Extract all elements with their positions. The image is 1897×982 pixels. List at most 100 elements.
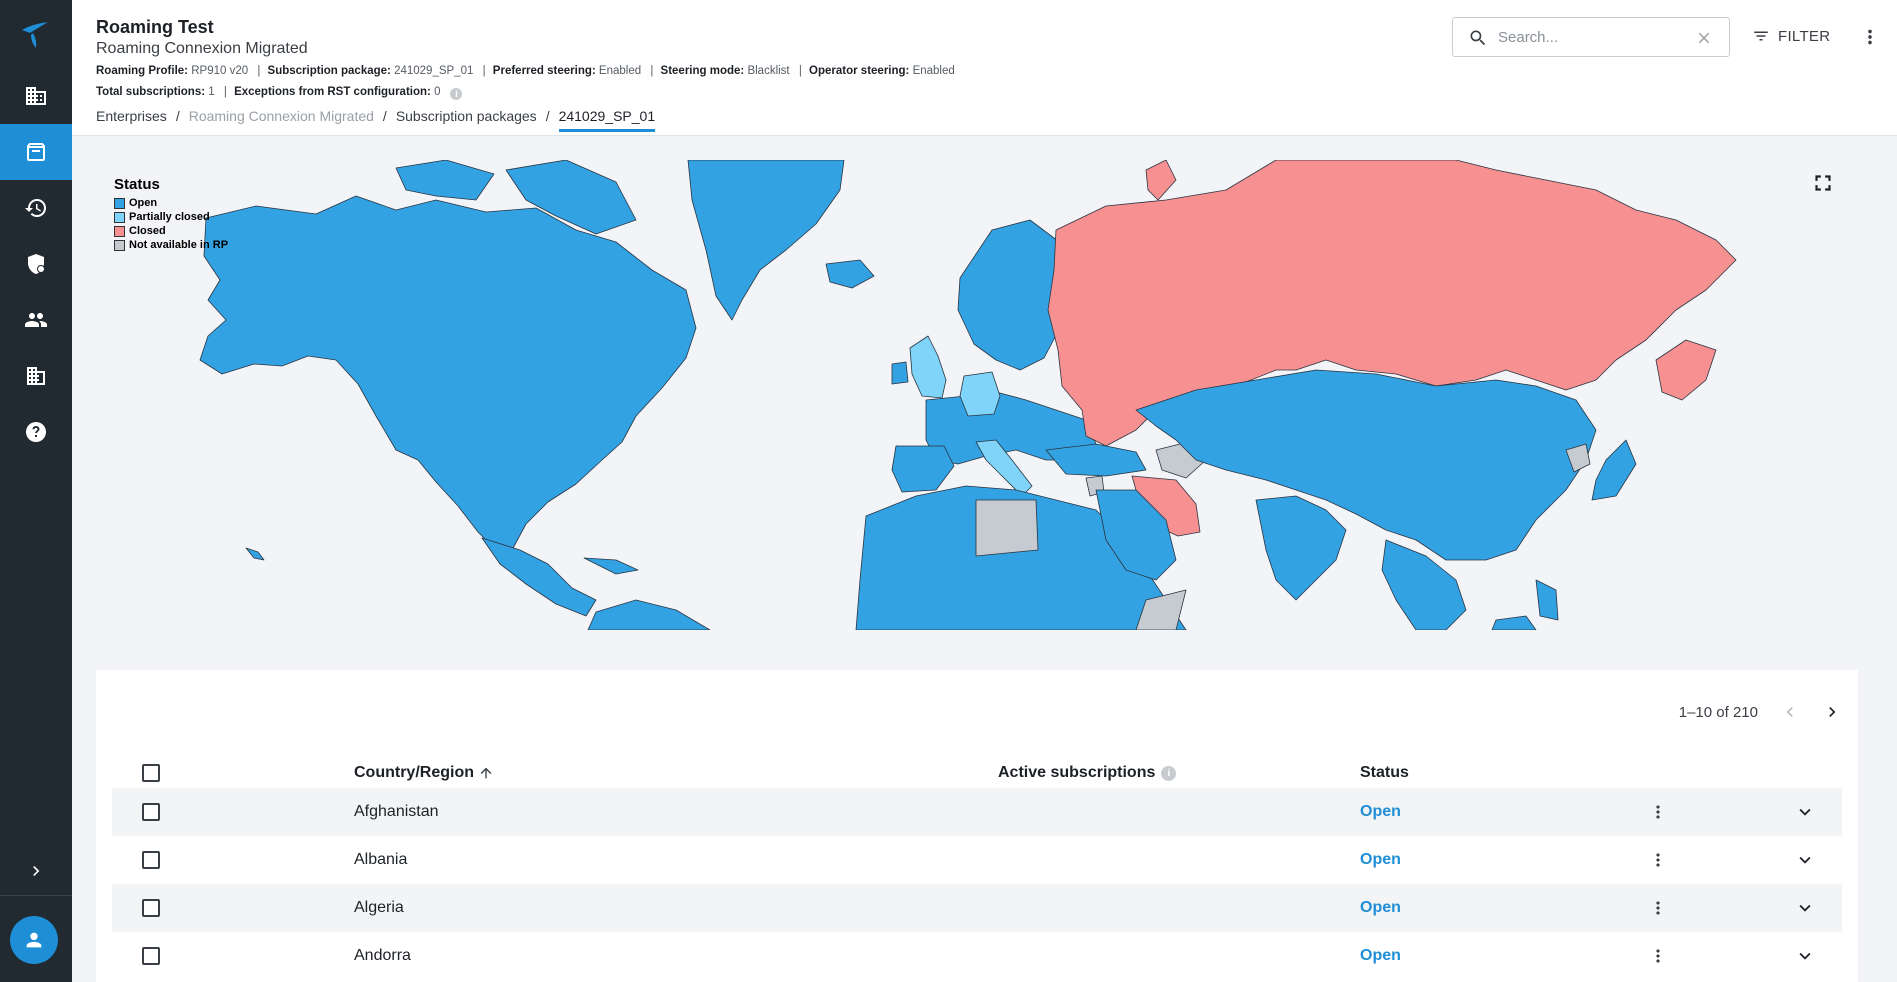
next-page-button[interactable] [1822, 702, 1842, 722]
sidebar-item-users[interactable] [0, 292, 72, 348]
more-vertical-icon [1656, 901, 1660, 915]
country-ireland [891, 361, 909, 385]
search-box [1452, 17, 1730, 57]
page-header: Roaming Test Roaming Connexion Migrated … [72, 0, 1897, 136]
row-checkbox-cell [142, 836, 160, 884]
country-russia-island [1145, 160, 1177, 201]
sidebar-item-packages[interactable] [0, 124, 72, 180]
row-checkbox-cell [142, 932, 160, 980]
subscription-package-label: Subscription package: [267, 65, 391, 77]
country-philippines [1535, 579, 1559, 621]
clear-icon[interactable] [1695, 29, 1713, 47]
row-checkbox-cell [142, 788, 160, 836]
shield-icon [28, 254, 45, 274]
profile-meta-line: Roaming Profile: RP910 v20 | Subscriptio… [96, 65, 961, 77]
sort-ascending-icon[interactable] [478, 765, 494, 781]
filter-icon [1754, 31, 1768, 41]
table-row[interactable]: Albania Open [112, 836, 1842, 884]
country-cell: Andorra [354, 947, 411, 964]
preferred-steering-value: Enabled [598, 65, 642, 77]
more-options-button[interactable] [1859, 26, 1881, 53]
sidebar-item-security[interactable] [0, 236, 72, 292]
row-checkbox[interactable] [142, 851, 160, 869]
chevron-down-icon [1799, 856, 1811, 864]
legend-item-open: Open [114, 196, 228, 210]
row-checkbox[interactable] [142, 899, 160, 917]
select-all-checkbox[interactable] [142, 764, 160, 782]
country-germany [959, 371, 1001, 417]
steering-mode-value: Blacklist [747, 65, 790, 77]
row-more-button[interactable] [1648, 836, 1668, 884]
row-expand-button[interactable] [1794, 836, 1816, 884]
telenor-logo[interactable] [0, 0, 72, 68]
table-row[interactable]: Andorra Open [112, 932, 1842, 980]
breadcrumb-enterprise[interactable]: Roaming Connexion Migrated [189, 108, 374, 129]
search-input[interactable] [1498, 27, 1678, 47]
breadcrumb-subscription-packages[interactable]: Subscription packages [396, 108, 537, 129]
search-icon [1470, 30, 1486, 46]
total-subscriptions-value: 1 [208, 86, 215, 98]
row-more-button[interactable] [1648, 932, 1668, 980]
legend-swatch [114, 225, 125, 237]
country-hawaii [245, 547, 265, 561]
breadcrumb-current: 241029_SP_01 [558, 108, 656, 132]
country-cell: Afghanistan [354, 803, 439, 820]
sidebar-item-history[interactable] [0, 180, 72, 236]
fullscreen-button[interactable] [1810, 170, 1836, 201]
breadcrumb-separator: / [175, 108, 180, 124]
fullscreen-icon [1815, 175, 1831, 191]
meta-separator: | [482, 65, 486, 77]
sidebar-item-enterprises[interactable] [0, 68, 72, 124]
sidebar-item-help[interactable] [0, 404, 72, 460]
sidebar-expand-button[interactable] [0, 846, 72, 896]
row-more-button[interactable] [1648, 884, 1668, 932]
status-cell: Open [1360, 899, 1401, 916]
info-icon[interactable]: i [1161, 765, 1177, 781]
breadcrumb-enterprises[interactable]: Enterprises [96, 108, 167, 129]
legend-label: Partially closed [129, 211, 210, 223]
column-label-active-subscriptions: Active subscriptions [998, 764, 1156, 781]
legend-title: Status [114, 176, 160, 193]
country-caribbean [583, 557, 639, 575]
package-icon [27, 143, 45, 161]
building-icon [26, 87, 46, 105]
previous-page-button[interactable] [1780, 702, 1800, 722]
row-checkbox[interactable] [142, 803, 160, 821]
legend-item-closed: Closed [114, 224, 228, 238]
chevron-down-icon [1799, 952, 1811, 960]
subscriptions-meta-line: Total subscriptions: 1 | Exceptions from… [96, 86, 463, 100]
operator-steering-value: Enabled [912, 65, 955, 77]
meta-separator: | [223, 86, 227, 98]
breadcrumb: Enterprises / Roaming Connexion Migrated… [96, 108, 656, 132]
row-expand-button[interactable] [1794, 932, 1816, 980]
history-icon [25, 199, 46, 217]
exceptions-label: Exceptions from RST configuration: [234, 86, 431, 98]
row-expand-button[interactable] [1794, 884, 1816, 932]
roaming-profile-value: RP910 v20 [191, 65, 249, 77]
chevron-down-icon [1799, 904, 1811, 912]
more-vertical-icon [1656, 853, 1660, 867]
legend-swatch [114, 239, 125, 251]
row-checkbox[interactable] [142, 947, 160, 965]
row-expand-button[interactable] [1794, 788, 1816, 836]
filter-button[interactable]: FILTER [1752, 27, 1830, 45]
country-india [1255, 495, 1347, 601]
world-map-svg[interactable] [96, 160, 1858, 630]
country-iberia [891, 445, 955, 493]
table-row[interactable]: Algeria Open [112, 884, 1842, 932]
status-cell: Open [1360, 947, 1401, 964]
country-russia-far-east [1655, 339, 1717, 401]
info-icon[interactable]: i [450, 88, 463, 100]
meta-separator: | [798, 65, 802, 77]
pagination-range: 1–10 of 210 [1678, 703, 1758, 721]
country-japan [1591, 439, 1637, 501]
page-subtitle: Roaming Connexion Migrated [96, 40, 308, 57]
column-label-status: Status [1360, 764, 1409, 781]
row-more-button[interactable] [1648, 788, 1668, 836]
user-avatar[interactable] [10, 916, 58, 964]
legend-swatch [114, 211, 125, 223]
table-row[interactable]: Afghanistan Open [112, 788, 1842, 836]
sidebar-item-organizations[interactable] [0, 348, 72, 404]
world-map[interactable]: Status Open Partially closed Closed Not … [96, 160, 1858, 630]
help-icon [26, 422, 46, 442]
